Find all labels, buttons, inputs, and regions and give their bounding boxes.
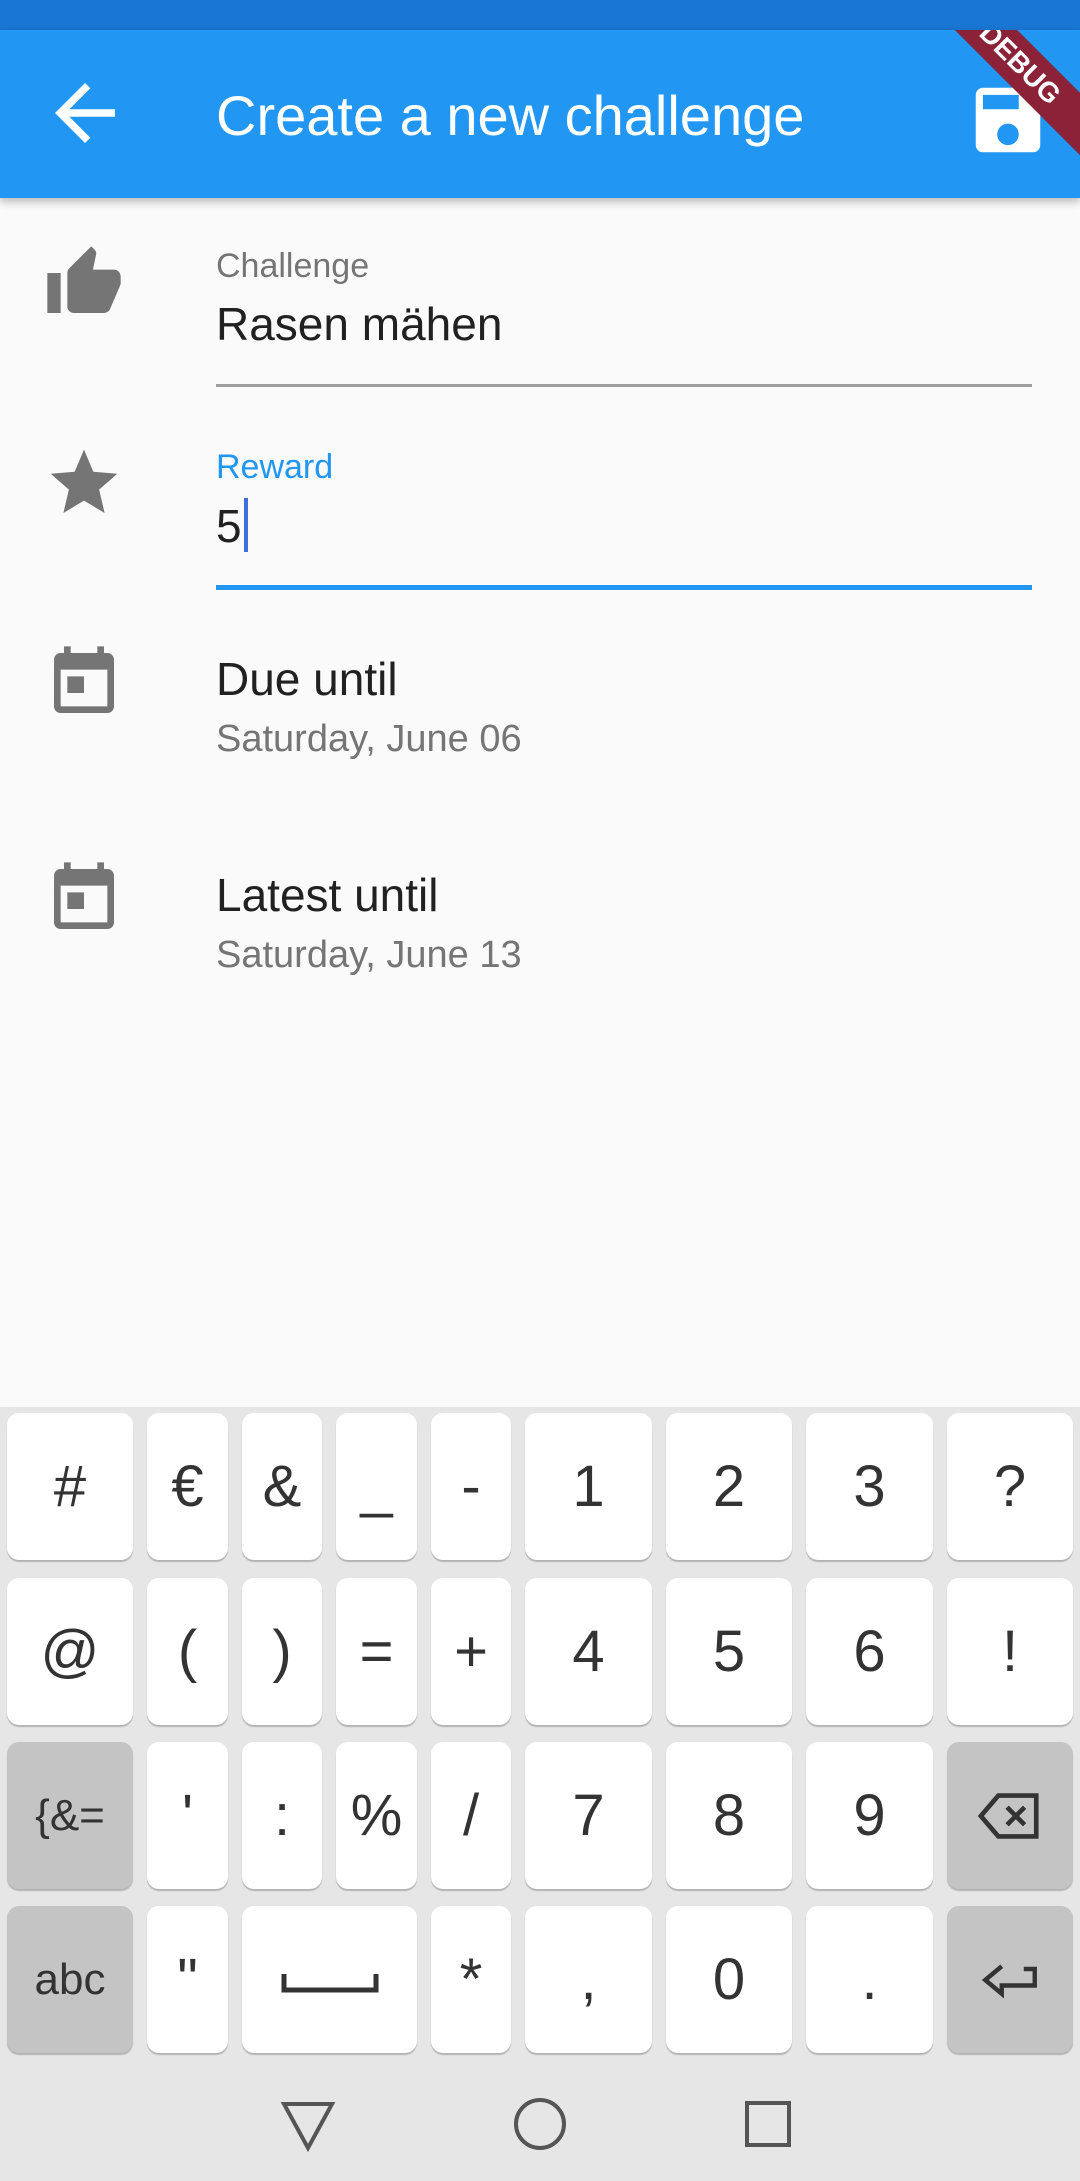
key-ampersand[interactable]: & (242, 1413, 322, 1560)
reward-underline (216, 585, 1032, 590)
key-asterisk[interactable]: * (431, 1906, 511, 2053)
nav-home-button[interactable] (502, 2086, 578, 2162)
latest-until-date[interactable]: Saturday, June 13 (216, 934, 522, 977)
keyboard: # € & _ - 1 2 3 ? @ ( ) = + 4 5 6 ! {&= … (0, 1407, 1080, 2066)
key-period[interactable]: . (806, 1906, 933, 2053)
key-paren-open[interactable]: ( (147, 1578, 228, 1725)
due-until-title[interactable]: Due until (216, 652, 398, 706)
app-bar: Create a new challenge DEBUG (0, 30, 1080, 198)
reward-value: 5 (216, 500, 242, 552)
page-title: Create a new challenge (216, 84, 805, 147)
due-until-date[interactable]: Saturday, June 06 (216, 718, 522, 761)
key-1[interactable]: 1 (525, 1413, 652, 1560)
system-navigation-bar (0, 2066, 1080, 2181)
key-equals[interactable]: = (336, 1578, 417, 1725)
key-question[interactable]: ? (947, 1413, 1073, 1560)
key-5[interactable]: 5 (666, 1578, 792, 1725)
key-6[interactable]: 6 (806, 1578, 933, 1725)
star-icon (44, 443, 124, 523)
circle-home-icon (514, 2098, 566, 2150)
key-abc[interactable]: abc (7, 1906, 133, 2053)
key-percent[interactable]: % (336, 1742, 417, 1889)
challenge-underline (216, 384, 1032, 387)
key-enter[interactable] (947, 1906, 1073, 2053)
key-slash[interactable]: / (431, 1742, 511, 1889)
key-symbols-toggle[interactable]: {&= (7, 1742, 133, 1889)
key-plus[interactable]: + (431, 1578, 511, 1725)
challenge-input[interactable]: Rasen mähen (216, 297, 502, 351)
key-backspace[interactable] (947, 1742, 1073, 1889)
nav-recents-button[interactable] (730, 2086, 806, 2162)
key-euro[interactable]: € (147, 1413, 228, 1560)
status-bar (0, 0, 1080, 30)
text-cursor (243, 498, 248, 552)
key-8[interactable]: 8 (666, 1742, 792, 1889)
key-7[interactable]: 7 (525, 1742, 652, 1889)
challenge-label: Challenge (216, 247, 370, 285)
calendar-icon (44, 643, 124, 723)
key-minus[interactable]: - (431, 1413, 511, 1560)
reward-input[interactable]: 5 (216, 498, 248, 553)
back-button[interactable] (40, 68, 130, 158)
key-at[interactable]: @ (7, 1578, 133, 1725)
latest-until-title[interactable]: Latest until (216, 868, 438, 922)
square-recents-icon (745, 2101, 791, 2147)
calendar-icon (44, 859, 124, 939)
key-3[interactable]: 3 (806, 1413, 933, 1560)
key-2[interactable]: 2 (666, 1413, 792, 1560)
key-colon[interactable]: : (242, 1742, 322, 1889)
backspace-icon (977, 1792, 1039, 1839)
arrow-back-icon (55, 83, 115, 143)
key-exclamation[interactable]: ! (947, 1578, 1073, 1725)
key-4[interactable]: 4 (525, 1578, 652, 1725)
key-comma[interactable]: , (525, 1906, 652, 2053)
key-apostrophe[interactable]: ' (147, 1742, 228, 1889)
key-0[interactable]: 0 (666, 1906, 792, 2053)
key-underscore[interactable]: _ (336, 1413, 417, 1560)
key-space[interactable] (242, 1906, 417, 2053)
enter-icon (981, 1964, 1037, 1998)
nav-back-button[interactable] (270, 2086, 346, 2162)
reward-label: Reward (216, 448, 334, 486)
space-icon (281, 1973, 378, 1992)
key-paren-close[interactable]: ) (242, 1578, 322, 1725)
triangle-back-icon (280, 2102, 336, 2153)
key-9[interactable]: 9 (806, 1742, 933, 1889)
key-hash[interactable]: # (7, 1413, 133, 1560)
key-quote[interactable]: " (147, 1906, 228, 2053)
thumb-up-icon (44, 243, 124, 323)
